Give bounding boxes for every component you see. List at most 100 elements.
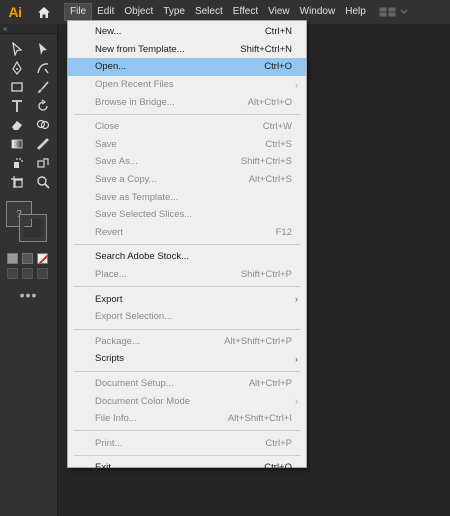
menu-select[interactable]: Select [190, 3, 228, 21]
menu-item-label: Close [95, 121, 120, 133]
menu-item-print: Print... Ctrl+P [68, 434, 306, 452]
menu-item-exit[interactable]: Exit Ctrl+Q [68, 459, 306, 477]
menu-item-label: Browse in Bridge... [95, 96, 175, 108]
menu-item-shortcut: Alt+Ctrl+S [248, 174, 292, 186]
symbol-sprayer-tool-icon[interactable] [6, 154, 28, 172]
fill-stroke-swatches[interactable]: ? [6, 201, 57, 249]
home-icon[interactable] [34, 2, 54, 22]
direct-selection-tool-icon[interactable] [32, 40, 54, 58]
menu-item-shortcut: Ctrl+P [265, 437, 292, 449]
menu-item-label: Exit [95, 462, 111, 474]
menu-item-shortcut: Ctrl+N [264, 26, 292, 38]
menu-separator [74, 244, 300, 246]
rotate-tool-icon[interactable] [32, 97, 54, 115]
menu-item-shortcut: Alt+Ctrl+P [248, 377, 292, 389]
menu-file[interactable]: File [64, 3, 93, 21]
menu-separator [74, 328, 300, 330]
menu-item-label: File Info... [95, 413, 137, 425]
submenu-arrow-icon: › [295, 294, 298, 305]
menu-item-shortcut: Shift+Ctrl+P [240, 269, 292, 281]
gradient-mode-button[interactable] [22, 253, 33, 264]
menu-item-label: Save as Template... [95, 191, 179, 203]
workspace-switcher[interactable] [379, 5, 415, 19]
submenu-arrow-icon: › [295, 79, 298, 90]
eyedropper-tool-icon[interactable] [32, 135, 54, 153]
menu-item-document-setup: Document Setup... Alt+Ctrl+P [68, 375, 306, 393]
menu-effect[interactable]: Effect [228, 3, 263, 21]
collapse-toolbar-button[interactable]: « [0, 24, 57, 34]
workspace-grid-icon [379, 7, 396, 17]
rectangle-tool-icon[interactable] [6, 78, 28, 96]
color-mode-row [0, 249, 57, 264]
stroke-swatch[interactable] [19, 214, 47, 242]
type-tool-icon[interactable] [6, 97, 28, 115]
menu-type[interactable]: Type [158, 3, 190, 21]
file-menu-dropdown: New... Ctrl+N New from Template... Shift+Ct… [67, 20, 307, 473]
selection-tool-icon[interactable] [6, 40, 28, 58]
menu-item-label: Revert [95, 226, 123, 238]
chevron-down-icon [400, 9, 408, 14]
menu-item-open-recent-files: Open Recent Files › [68, 76, 306, 94]
paintbrush-tool-icon[interactable] [32, 78, 54, 96]
draw-mode-row [0, 264, 57, 279]
menu-view[interactable]: View [263, 3, 295, 21]
menu-item-label: Print... [95, 437, 123, 449]
menu-item-shortcut: Ctrl+W [262, 121, 292, 133]
menu-item-close: Close Ctrl+W [68, 118, 306, 136]
pen-tool-icon[interactable] [6, 59, 28, 77]
draw-normal-button[interactable] [7, 268, 18, 279]
menu-item-browse-in-bridge: Browse in Bridge... Alt+Ctrl+O [68, 93, 306, 111]
submenu-arrow-icon: › [295, 396, 298, 407]
tool-grid [0, 34, 57, 191]
menu-item-label: Package... [95, 335, 140, 347]
menu-object[interactable]: Object [119, 3, 158, 21]
menu-edit[interactable]: Edit [92, 3, 119, 21]
color-mode-button[interactable] [7, 253, 18, 264]
menu-item-export-selection: Export Selection... [68, 308, 306, 326]
draw-inside-button[interactable] [37, 268, 48, 279]
menu-item-shortcut: Alt+Shift+Ctrl+P [224, 335, 292, 347]
menu-window[interactable]: Window [295, 3, 341, 21]
menu-separator [74, 370, 300, 372]
menu-item-shortcut: Ctrl+O [264, 61, 292, 73]
menu-item-place: Place... Shift+Ctrl+P [68, 266, 306, 284]
menu-item-file-info: File Info... Alt+Shift+Ctrl+I [68, 410, 306, 428]
menu-item-label: Scripts [95, 353, 125, 365]
menu-item-label: New... [95, 26, 122, 38]
menu-item-search-adobe-stock[interactable]: Search Adobe Stock... [68, 248, 306, 266]
menu-item-label: Open... [95, 61, 127, 73]
menu-item-shortcut: Shift+Ctrl+N [240, 43, 292, 55]
gradient-tool-icon[interactable] [6, 135, 28, 153]
menu-item-new-from-template[interactable]: New from Template... Shift+Ctrl+N [68, 41, 306, 59]
none-mode-button[interactable] [37, 253, 48, 264]
curvature-tool-icon[interactable] [32, 59, 54, 77]
menu-item-shortcut: Shift+Ctrl+S [240, 156, 292, 168]
menu-item-open[interactable]: Open... Ctrl+O [68, 58, 306, 76]
zoom-tool-icon[interactable] [32, 173, 54, 191]
submenu-arrow-icon: › [295, 353, 298, 364]
menu-item-save-a-copy: Save a Copy... Alt+Ctrl+S [68, 171, 306, 189]
shape-builder-tool-icon[interactable] [32, 116, 54, 134]
menu-item-label: Save a Copy... [95, 174, 157, 186]
menu-item-label: Save As... [95, 156, 138, 168]
eraser-tool-icon[interactable] [6, 116, 28, 134]
menu-separator [74, 113, 300, 115]
menu-item-save-as-template: Save as Template... [68, 188, 306, 206]
menu-item-document-color-mode: Document Color Mode › [68, 392, 306, 410]
menu-item-save-selected-slices: Save Selected Slices... [68, 206, 306, 224]
app-logo: Ai [4, 1, 26, 23]
menu-item-shortcut: F12 [275, 226, 292, 238]
menu-item-shortcut: Ctrl+Q [264, 462, 292, 474]
menu-item-label: Save [95, 138, 117, 150]
live-paint-tool-icon[interactable] [32, 154, 54, 172]
menu-item-new[interactable]: New... Ctrl+N [68, 23, 306, 41]
menu-help[interactable]: Help [340, 3, 371, 21]
artboard-tool-icon[interactable] [6, 173, 28, 191]
menu-item-scripts[interactable]: Scripts › [68, 350, 306, 368]
menu-item-label: Export Selection... [95, 311, 173, 323]
edit-toolbar-button[interactable]: ••• [0, 287, 57, 303]
tools-panel: « ? ••• [0, 24, 58, 516]
draw-behind-button[interactable] [22, 268, 33, 279]
menu-item-export[interactable]: Export › [68, 290, 306, 308]
menu-item-label: Place... [95, 269, 127, 281]
